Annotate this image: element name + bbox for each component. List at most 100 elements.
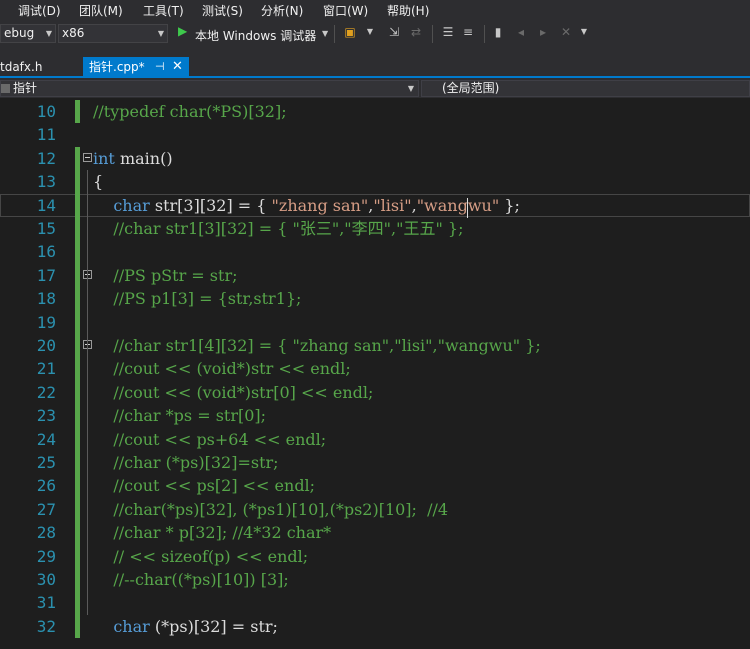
clear-bookmarks-icon[interactable]: ✕ <box>558 24 574 40</box>
change-marker <box>75 451 80 475</box>
code-line[interactable]: 30 //--char((*ps)[10]) [3]; <box>0 568 750 592</box>
tab-stdafx-h[interactable]: tdafx.h <box>0 57 70 77</box>
code-text: //char *ps = str[0]; <box>93 404 266 427</box>
toolbar-overflow-icon[interactable]: ▼ <box>576 24 592 40</box>
code-line[interactable]: 24 //cout << ps+64 << endl; <box>0 427 750 451</box>
code-line[interactable]: 32 char (*ps)[32] = str; <box>0 614 750 639</box>
project-scope-dropdown[interactable]: 指针 ▼ <box>0 80 419 97</box>
close-icon[interactable]: ✕ <box>172 57 183 77</box>
change-marker <box>75 287 80 311</box>
code-text: char (*ps)[32] = str; <box>93 615 278 638</box>
prev-bookmark-icon[interactable]: ◂ <box>513 24 529 40</box>
code-line[interactable]: 21 //cout << (void*)str << endl; <box>0 357 750 381</box>
code-text: //char str1[3][32] = { "张三","李四","王五" }; <box>93 217 463 240</box>
code-line[interactable]: 16 <box>0 240 750 264</box>
step-over-icon[interactable]: ⇄ <box>408 24 424 40</box>
change-marker <box>75 334 80 358</box>
change-marker <box>75 380 80 405</box>
platform-dropdown[interactable]: x86 ▼ <box>58 24 168 43</box>
code-text: // << sizeof(p) << endl; <box>93 545 308 568</box>
bookmark-icon[interactable]: ▮ <box>490 24 506 40</box>
change-marker <box>75 217 80 241</box>
solution-config-dropdown[interactable]: ebug ▼ <box>0 24 56 43</box>
project-icon <box>1 84 10 93</box>
code-text: int main() <box>93 147 173 170</box>
find-in-files-icon[interactable]: ▣ <box>342 24 358 40</box>
next-bookmark-icon[interactable]: ▸ <box>535 24 551 40</box>
code-token: "wangwu" <box>416 195 500 215</box>
change-marker <box>75 357 80 381</box>
code-line[interactable]: 15 //char str1[3][32] = { "张三","李四","王五"… <box>0 217 750 241</box>
change-marker <box>75 263 80 288</box>
code-line[interactable]: 12 int main() <box>0 146 750 171</box>
code-token: //char str1[3][32] = { "张三","李四","王五" }; <box>93 219 464 238</box>
line-number: 29 <box>36 546 56 566</box>
code-line[interactable]: 27 //char(*ps)[32], (*ps1)[10],(*ps2)[10… <box>0 497 750 522</box>
collapse-icon[interactable] <box>83 152 92 162</box>
code-line[interactable]: 10 //typedef char(*PS)[32]; <box>0 100 750 124</box>
menu-help[interactable]: 帮助(H) <box>387 2 429 19</box>
code-token: char <box>113 616 150 636</box>
code-token: int <box>93 148 115 168</box>
code-line[interactable]: 28 //char * p[32]; //4*32 char* <box>0 521 750 545</box>
code-token: }; <box>499 195 520 215</box>
menu-window[interactable]: 窗口(W) <box>323 2 368 19</box>
line-number: 17 <box>36 265 56 285</box>
tab-pointer-cpp[interactable]: 指针.cpp* ⊣ ✕ <box>83 57 189 77</box>
code-line[interactable]: 13 { <box>0 170 750 194</box>
change-marker <box>75 310 80 334</box>
line-number: 12 <box>36 148 56 168</box>
comment-lines-icon[interactable]: ☰ <box>440 24 456 40</box>
code-line[interactable]: 25 //char (*ps)[32]=str; <box>0 451 750 475</box>
line-number: 30 <box>36 570 56 589</box>
code-text: char str[3][32] = { "zhang san","lisi","… <box>93 194 520 217</box>
code-line[interactable]: 14 char str[3][32] = { "zhang san","lisi… <box>0 193 750 217</box>
code-line[interactable]: 23 //char *ps = str[0]; <box>0 404 750 428</box>
project-scope-value: 指针 <box>13 81 38 95</box>
code-line[interactable]: 31 <box>0 591 750 615</box>
menu-tools[interactable]: 工具(T) <box>143 2 184 19</box>
code-text: //PS p1[3] = {str,str1}; <box>93 287 301 310</box>
change-marker <box>75 521 80 545</box>
menu-team[interactable]: 团队(M) <box>79 2 123 19</box>
line-number: 11 <box>36 125 56 145</box>
fold-guide <box>87 287 88 311</box>
code-token: //char * p[32]; //4*32 char* <box>93 523 332 543</box>
code-line[interactable]: 17 //PS pStr = str; <box>0 263 750 288</box>
chevron-down-icon[interactable]: ▼ <box>362 24 378 40</box>
global-scope-dropdown[interactable]: (全局范围) <box>421 80 750 97</box>
menu-test[interactable]: 测试(S) <box>202 2 243 19</box>
menu-debug[interactable]: 调试(D) <box>18 2 61 19</box>
uncomment-lines-icon[interactable]: ≡ <box>460 24 476 40</box>
code-line[interactable]: 11 <box>0 123 750 146</box>
change-marker <box>75 568 80 592</box>
code-text: //cout << ps+64 << endl; <box>93 428 326 451</box>
text-caret <box>467 198 468 218</box>
line-number: 31 <box>36 593 56 613</box>
line-number: 24 <box>36 429 56 449</box>
code-line[interactable]: 18 //PS p1[3] = {str,str1}; <box>0 287 750 311</box>
code-line[interactable]: 19 <box>0 310 750 334</box>
code-token: //--char((*ps)[10]) [3]; <box>93 570 289 589</box>
change-marker <box>75 404 80 428</box>
menu-analyze[interactable]: 分析(N) <box>261 2 303 19</box>
step-into-icon[interactable]: ⇲ <box>386 24 402 40</box>
code-token: //typedef char(*PS)[32]; <box>93 102 287 121</box>
line-number: 26 <box>36 476 56 496</box>
code-line[interactable]: 22 //cout << (void*)str[0] << endl; <box>0 380 750 405</box>
fold-guide <box>87 357 88 615</box>
code-line[interactable]: 20 //char str1[4][32] = { "zhang san","l… <box>0 334 750 358</box>
code-line[interactable]: 29 // << sizeof(p) << endl; <box>0 544 750 568</box>
play-icon[interactable]: ▶ <box>178 24 187 38</box>
code-editor[interactable]: 10 //typedef char(*PS)[32]; 11 12 int main()… <box>0 98 750 649</box>
code-line[interactable]: 26 //cout << ps[2] << endl; <box>0 474 750 498</box>
pin-icon[interactable]: ⊣ <box>155 57 165 77</box>
start-debugger-button[interactable]: 本地 Windows 调试器 <box>195 27 316 44</box>
change-marker <box>75 240 80 264</box>
line-number: 13 <box>36 172 56 192</box>
start-debugger-dropdown-icon[interactable]: ▼ <box>322 29 328 38</box>
code-text: //cout << (void*)str[0] << endl; <box>93 381 373 404</box>
code-token: //PS p1[3] = {str,str1}; <box>93 289 302 309</box>
